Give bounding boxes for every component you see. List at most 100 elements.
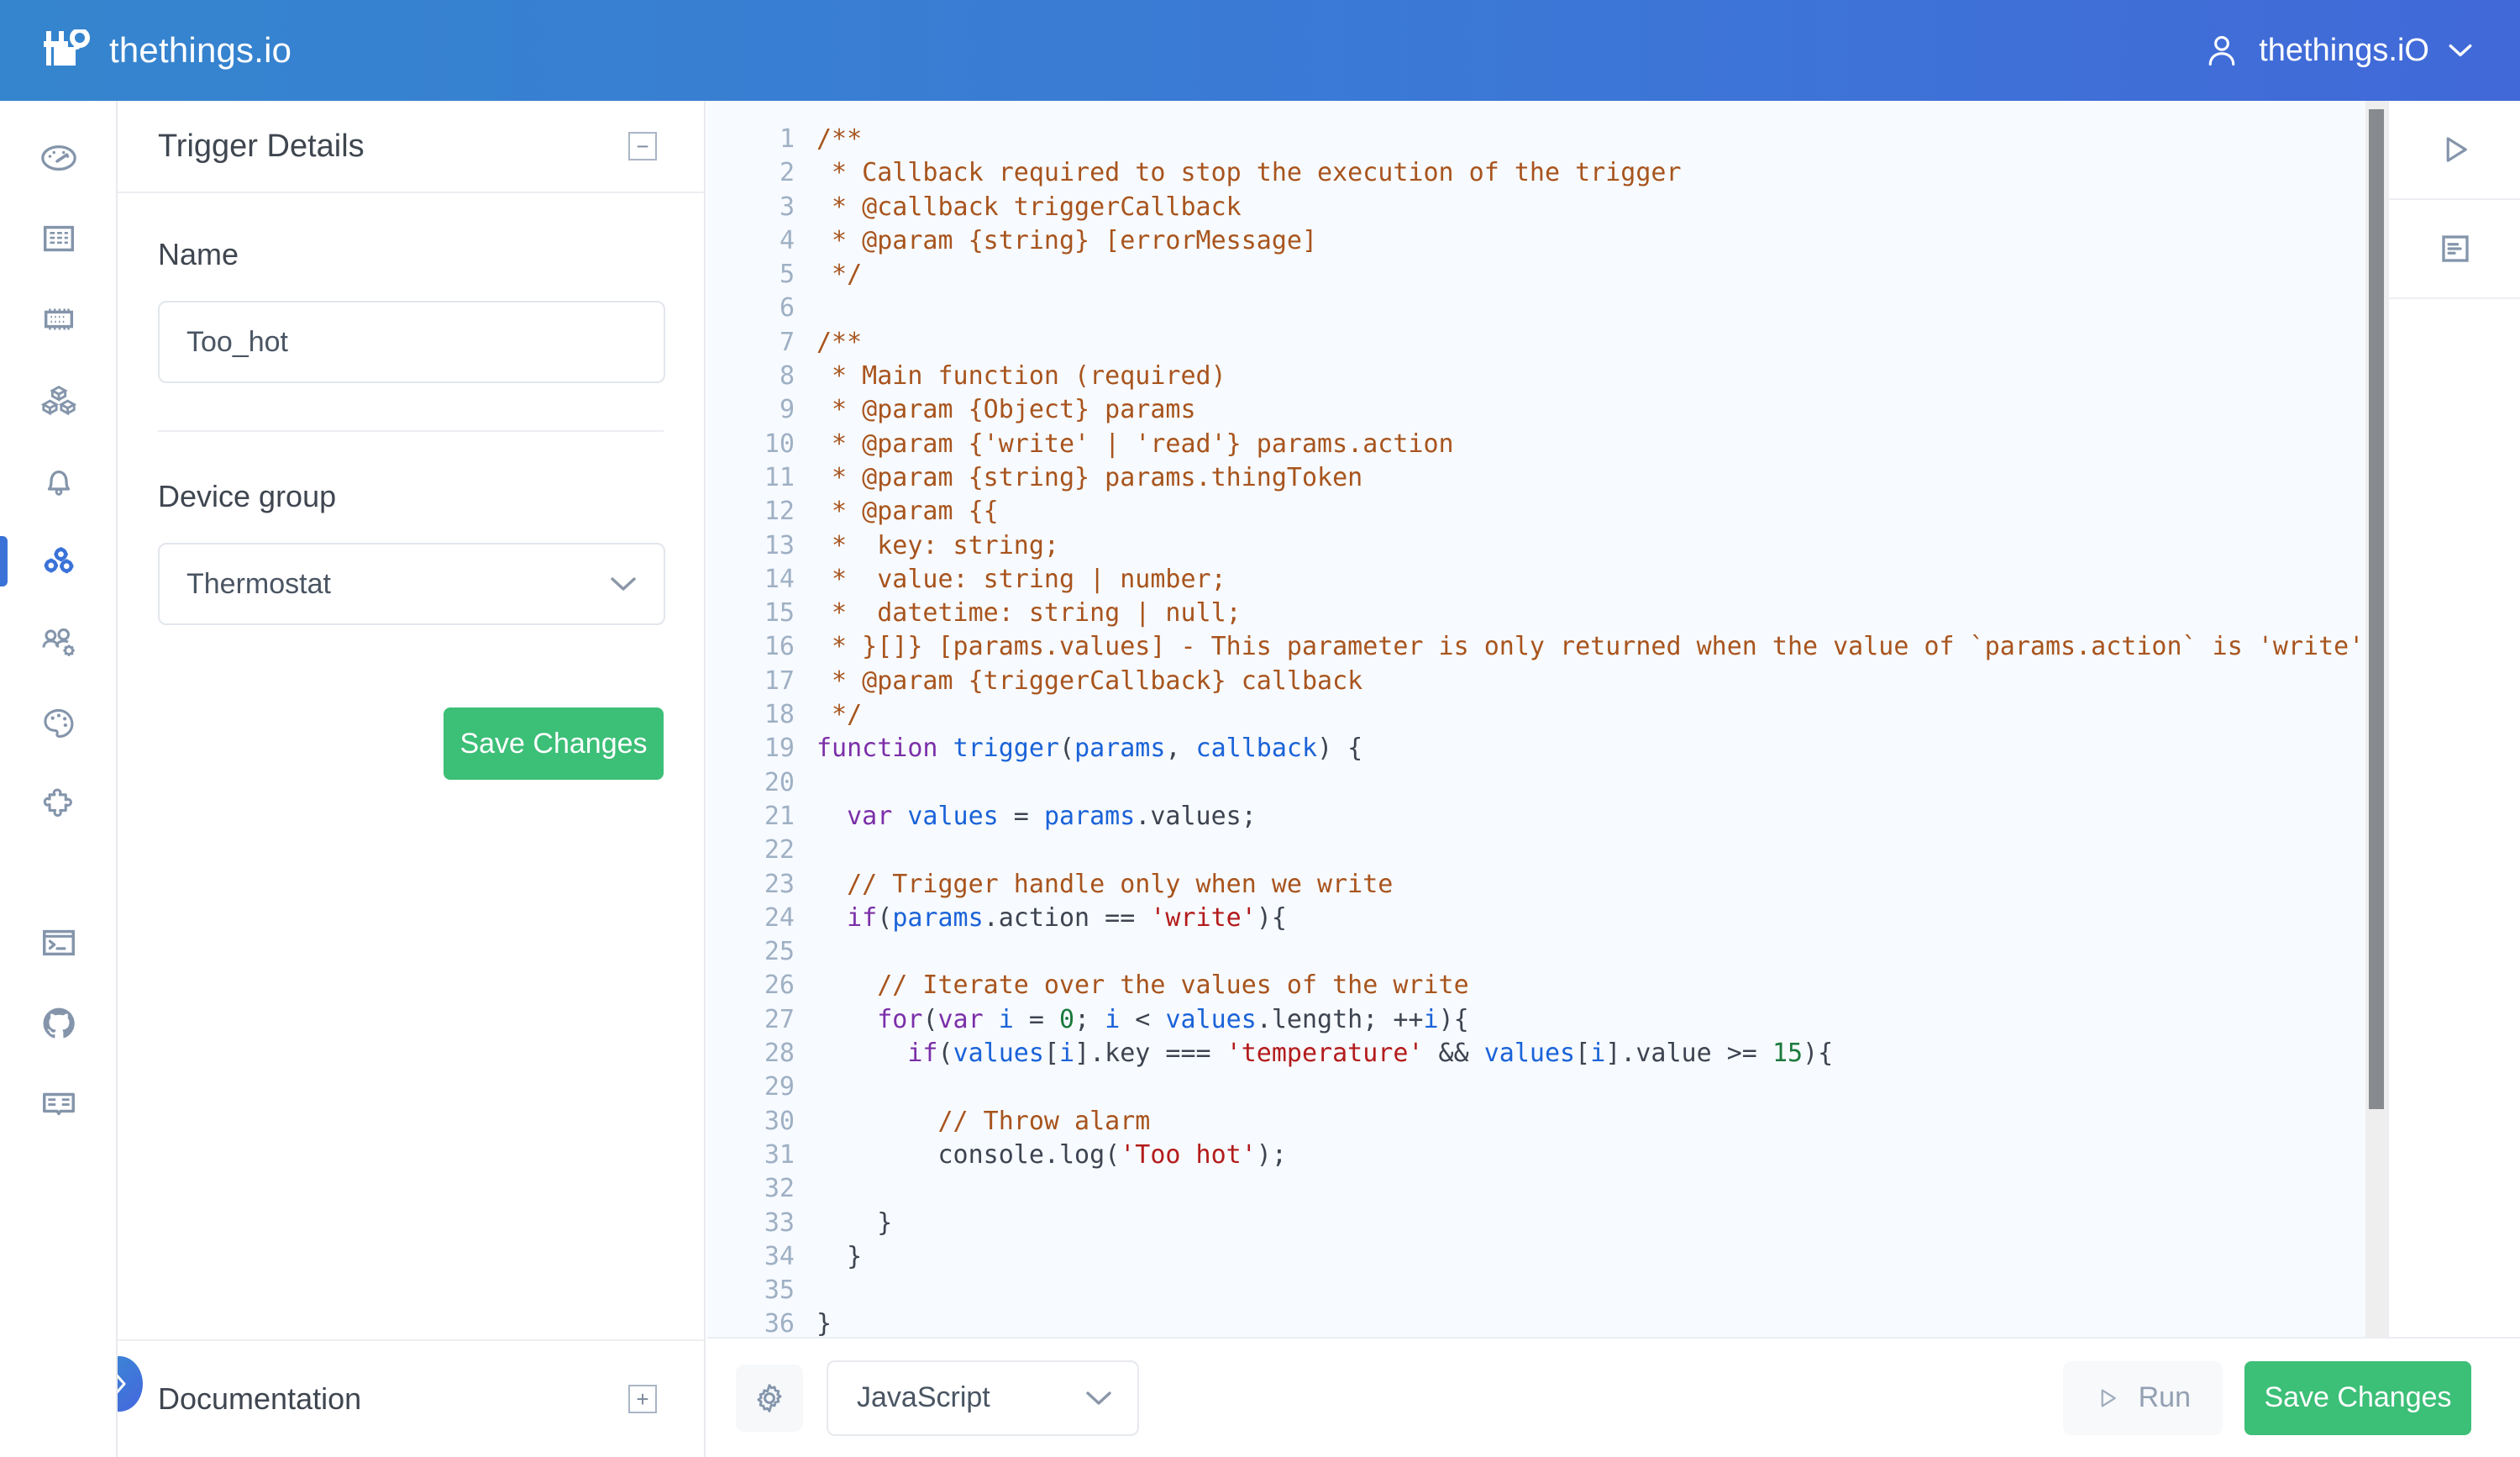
sidebar-item-triggers[interactable] bbox=[0, 521, 118, 602]
code-token: * @callback triggerCallback bbox=[816, 192, 1242, 222]
device-group-select[interactable]: Thermostat bbox=[158, 543, 665, 625]
sidebar-item-products[interactable] bbox=[0, 360, 118, 440]
sidebar-item-github[interactable] bbox=[0, 983, 118, 1064]
code-token: i bbox=[1105, 1004, 1121, 1034]
code-token: } bbox=[816, 1241, 863, 1271]
minus-box-icon[interactable]: − bbox=[628, 132, 657, 160]
sidebar-item-theme[interactable] bbox=[0, 682, 118, 763]
code-token: params bbox=[1043, 801, 1136, 831]
line-number: 19 bbox=[764, 734, 795, 764]
language-select[interactable]: JavaScript bbox=[827, 1360, 1139, 1436]
logs-rail-button[interactable] bbox=[2389, 200, 2520, 299]
code-token: i bbox=[1590, 1039, 1606, 1069]
code-token: 0 bbox=[1059, 1004, 1075, 1034]
code-line: 14 * value: string | number; bbox=[707, 563, 2387, 597]
code-token: // Throw alarm bbox=[937, 1106, 1151, 1136]
code-token: for bbox=[877, 1004, 923, 1034]
code-token: if bbox=[907, 1039, 938, 1069]
sidebar-item-buildings[interactable] bbox=[0, 198, 118, 279]
code-token: * }[]} [params.values] - This parameter … bbox=[816, 632, 2365, 662]
code-line: 35 bbox=[707, 1274, 2387, 1307]
plus-box-icon[interactable]: + bbox=[628, 1385, 657, 1413]
editor-save-changes-button[interactable]: Save Changes bbox=[2244, 1360, 2471, 1435]
code-line: 21 var values = params.values; bbox=[707, 800, 2387, 834]
save-changes-button[interactable]: Save Changes bbox=[444, 707, 664, 780]
code-token: ].key === bbox=[1074, 1039, 1226, 1069]
code-line: 27 for(var i = 0; i < values.length; ++i… bbox=[707, 1003, 2387, 1037]
code-line: 23 // Trigger handle only when we write bbox=[707, 868, 2387, 902]
code-line: 11 * @param {string} params.thingToken bbox=[707, 461, 2387, 495]
sidebar-item-things[interactable] bbox=[0, 279, 118, 360]
line-number: 5 bbox=[779, 260, 795, 290]
user-avatar-icon bbox=[2208, 35, 2235, 66]
code-editor[interactable]: 1/** 2 * Callback required to stop the ex… bbox=[707, 101, 2387, 1337]
code-line: 31 console.log('Too hot'); bbox=[707, 1139, 2387, 1172]
code-token: if bbox=[847, 902, 878, 933]
sidebar-item-console[interactable] bbox=[0, 902, 118, 983]
panel-save-row: Save Changes bbox=[158, 707, 664, 780]
code-line: 28 if(values[i].key === 'temperature' &&… bbox=[707, 1037, 2387, 1070]
code-token: console.log( bbox=[816, 1139, 1121, 1170]
sidebar-item-dashboard[interactable] bbox=[0, 118, 118, 198]
brand[interactable]: thethings.io bbox=[44, 29, 291, 71]
code-token: 'write' bbox=[1150, 902, 1257, 933]
line-number: 31 bbox=[764, 1139, 795, 1170]
code-token: i bbox=[1423, 1004, 1439, 1034]
sidebar-icon-rail bbox=[0, 101, 118, 1457]
code-token: * @param {Object} params bbox=[816, 395, 1196, 425]
editor-scrollbar-thumb[interactable] bbox=[2369, 109, 2384, 1109]
code-editor-region: 1/** 2 * Callback required to stop the ex… bbox=[707, 101, 2520, 1457]
code-token: /** bbox=[816, 327, 863, 357]
sidebar-item-documentation[interactable] bbox=[0, 1064, 118, 1144]
user-name: thethings.iO bbox=[2259, 32, 2429, 68]
code-token: params bbox=[1074, 734, 1166, 764]
code-lines[interactable]: 1/** 2 * Callback required to stop the ex… bbox=[707, 123, 2387, 1337]
code-token: * @param {triggerCallback} callback bbox=[816, 665, 1363, 696]
line-number: 21 bbox=[764, 801, 795, 831]
code-line: 19 function trigger(params, callback) { bbox=[707, 732, 2387, 765]
users-settings-icon bbox=[42, 628, 75, 656]
code-token: && bbox=[1423, 1039, 1484, 1069]
sidebar-item-alerts[interactable] bbox=[0, 440, 118, 521]
code-line: 15 * datetime: string | null; bbox=[707, 597, 2387, 630]
code-token: * value: string | number; bbox=[816, 564, 1226, 594]
run-button[interactable]: Run bbox=[2062, 1360, 2223, 1435]
code-line: 1 /** bbox=[707, 123, 2387, 156]
code-token: [ bbox=[1043, 1039, 1059, 1069]
terminal-icon bbox=[43, 929, 75, 956]
sidebar-item-plugins[interactable] bbox=[0, 763, 118, 844]
sidebar-item-users[interactable] bbox=[0, 602, 118, 682]
line-number: 12 bbox=[764, 497, 795, 527]
user-menu[interactable]: thethings.iO bbox=[2203, 31, 2473, 70]
code-token: values bbox=[907, 801, 999, 831]
line-number: 30 bbox=[764, 1106, 795, 1136]
run-rail-button[interactable] bbox=[2389, 101, 2520, 200]
device-group-label: Device group bbox=[158, 479, 337, 513]
chevron-down-icon bbox=[1086, 1391, 1111, 1405]
line-number: 17 bbox=[764, 665, 795, 696]
code-line: 22 bbox=[707, 834, 2387, 867]
code-token: function bbox=[816, 734, 938, 764]
line-number: 29 bbox=[764, 1072, 795, 1102]
editor-vertical-scrollbar[interactable] bbox=[2365, 101, 2387, 1337]
code-token: * Callback required to stop the executio… bbox=[816, 158, 1682, 188]
line-number: 25 bbox=[764, 937, 795, 967]
line-number: 14 bbox=[764, 564, 795, 594]
code-token: ){ bbox=[1438, 1004, 1469, 1034]
line-number: 20 bbox=[764, 767, 795, 797]
code-line: 7 /** bbox=[707, 326, 2387, 360]
code-token: .action == bbox=[983, 902, 1151, 933]
code-token: * @param {string} params.thingToken bbox=[816, 462, 1363, 492]
code-token: .length; ++ bbox=[1256, 1004, 1424, 1034]
line-number: 16 bbox=[764, 632, 795, 662]
code-token: // Trigger handle only when we write bbox=[847, 869, 1394, 899]
code-line: 8 * Main function (required) bbox=[707, 360, 2387, 393]
editor-settings-button[interactable] bbox=[736, 1364, 803, 1432]
name-input[interactable]: Too_hot bbox=[158, 301, 665, 383]
chevron-down-icon[interactable] bbox=[2448, 43, 2473, 58]
